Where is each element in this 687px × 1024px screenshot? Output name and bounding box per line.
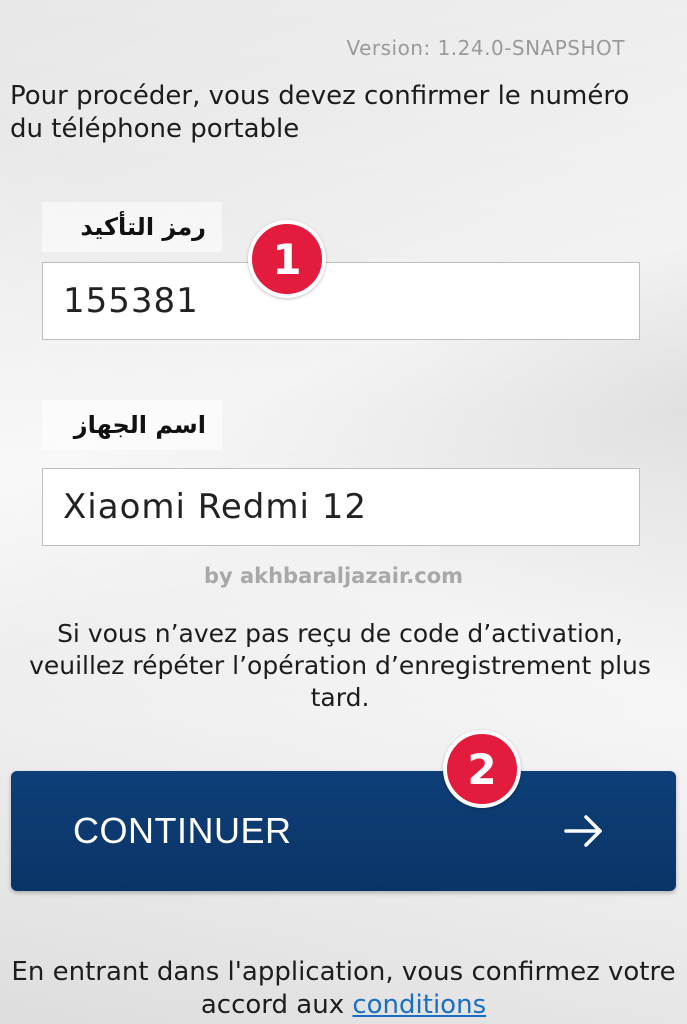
terms-text: En entrant dans l'application, vous conf… [11,957,676,1020]
step-badge-2: 2 [443,730,521,808]
device-name-label: اسم الجهاز [42,400,222,450]
confirmation-code-field[interactable] [42,262,640,340]
conditions-link[interactable]: conditions [352,990,486,1020]
device-name-field[interactable] [42,468,640,546]
step-badge-1: 1 [248,220,326,298]
continue-button[interactable]: CONTINUER [11,771,676,891]
code-field-label: رمز التأكيد [42,202,222,252]
arrow-right-icon [564,815,602,847]
continue-button-label: CONTINUER [73,810,292,851]
version-text: Version: 1.24.0-SNAPSHOT [346,36,625,60]
intro-text: Pour procéder, vous devez confirmer le n… [10,81,630,144]
watermark-text: by akhbaraljazair.com [203,564,464,588]
terms-footer: En entrant dans l'application, vous conf… [0,956,687,1022]
confirmation-code-input[interactable] [43,263,639,339]
device-name-input[interactable] [43,469,639,545]
activation-notice: Si vous n’avez pas reçu de code d’activa… [29,619,651,712]
